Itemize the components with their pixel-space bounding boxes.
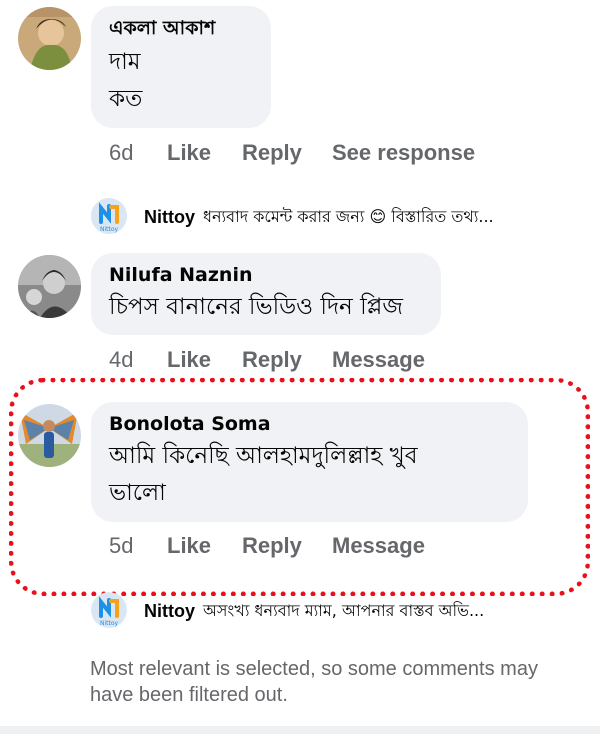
nittoy-avatar[interactable]: Nittoy — [91, 198, 127, 234]
comment-text: চিপস বানানের ভিডিও দিন প্লিজ — [109, 294, 403, 320]
comment-text: আমি কিনেছি আলহামদুলিল্লাহ খুব ভালো — [109, 443, 418, 506]
like-button[interactable]: Like — [167, 347, 242, 373]
nittoy-avatar[interactable]: Nittoy — [91, 592, 127, 628]
like-button[interactable]: Like — [167, 533, 242, 559]
see-response-button[interactable]: See response — [332, 140, 475, 166]
comment-bubble: একলা আকাশ দাম কত — [91, 6, 271, 128]
message-button[interactable]: Message — [332, 347, 425, 373]
comment-bubble: Bonolota Soma আমি কিনেছি আলহামদুলিল্লাহ … — [91, 402, 528, 522]
reply-text: অসংখ্য ধন্যবাদ ম্যাম, আপনার বাস্তব অভি..… — [203, 601, 485, 620]
reply-button[interactable]: Reply — [242, 533, 332, 559]
reply-button[interactable]: Reply — [242, 140, 332, 166]
nittoy-logo-label: Nittoy — [100, 620, 119, 627]
comment-time[interactable]: 6d — [109, 140, 167, 166]
reply-item[interactable]: Nittoy অসংখ্য ধন্যবাদ ম্যাম, আপনার বাস্ত… — [144, 598, 484, 625]
comment-actions: 6d Like Reply See response — [109, 140, 475, 166]
like-button[interactable]: Like — [167, 140, 242, 166]
comment-author[interactable]: Bonolota Soma — [109, 412, 508, 436]
reply-author[interactable]: Nittoy — [144, 207, 195, 228]
comment-time[interactable]: 5d — [109, 533, 167, 559]
reply-button[interactable]: Reply — [242, 347, 332, 373]
avatar[interactable] — [18, 404, 81, 467]
comment-actions: 4d Like Reply Message — [109, 347, 425, 373]
section-divider — [0, 726, 600, 734]
comment-text: দাম কত — [109, 49, 143, 112]
avatar[interactable] — [18, 7, 81, 70]
comment-time[interactable]: 4d — [109, 347, 167, 373]
reply-author[interactable]: Nittoy — [144, 601, 195, 622]
comment-author[interactable]: একলা আকাশ — [109, 16, 251, 40]
avatar[interactable] — [18, 255, 81, 318]
reply-item[interactable]: Nittoy ধন্যবাদ কমেন্ট করার জন্য 😊 বিস্তা… — [144, 204, 494, 231]
filter-notice: Most relevant is selected, so some comme… — [90, 658, 538, 706]
comment-bubble: Nilufa Naznin চিপস বানানের ভিডিও দিন প্ল… — [91, 253, 441, 335]
message-button[interactable]: Message — [332, 533, 425, 559]
comment-actions: 5d Like Reply Message — [109, 533, 425, 559]
nittoy-logo-label: Nittoy — [100, 226, 119, 233]
reply-text: ধন্যবাদ কমেন্ট করার জন্য 😊 বিস্তারিত তথ্… — [203, 207, 494, 226]
comment-author[interactable]: Nilufa Naznin — [109, 263, 421, 287]
